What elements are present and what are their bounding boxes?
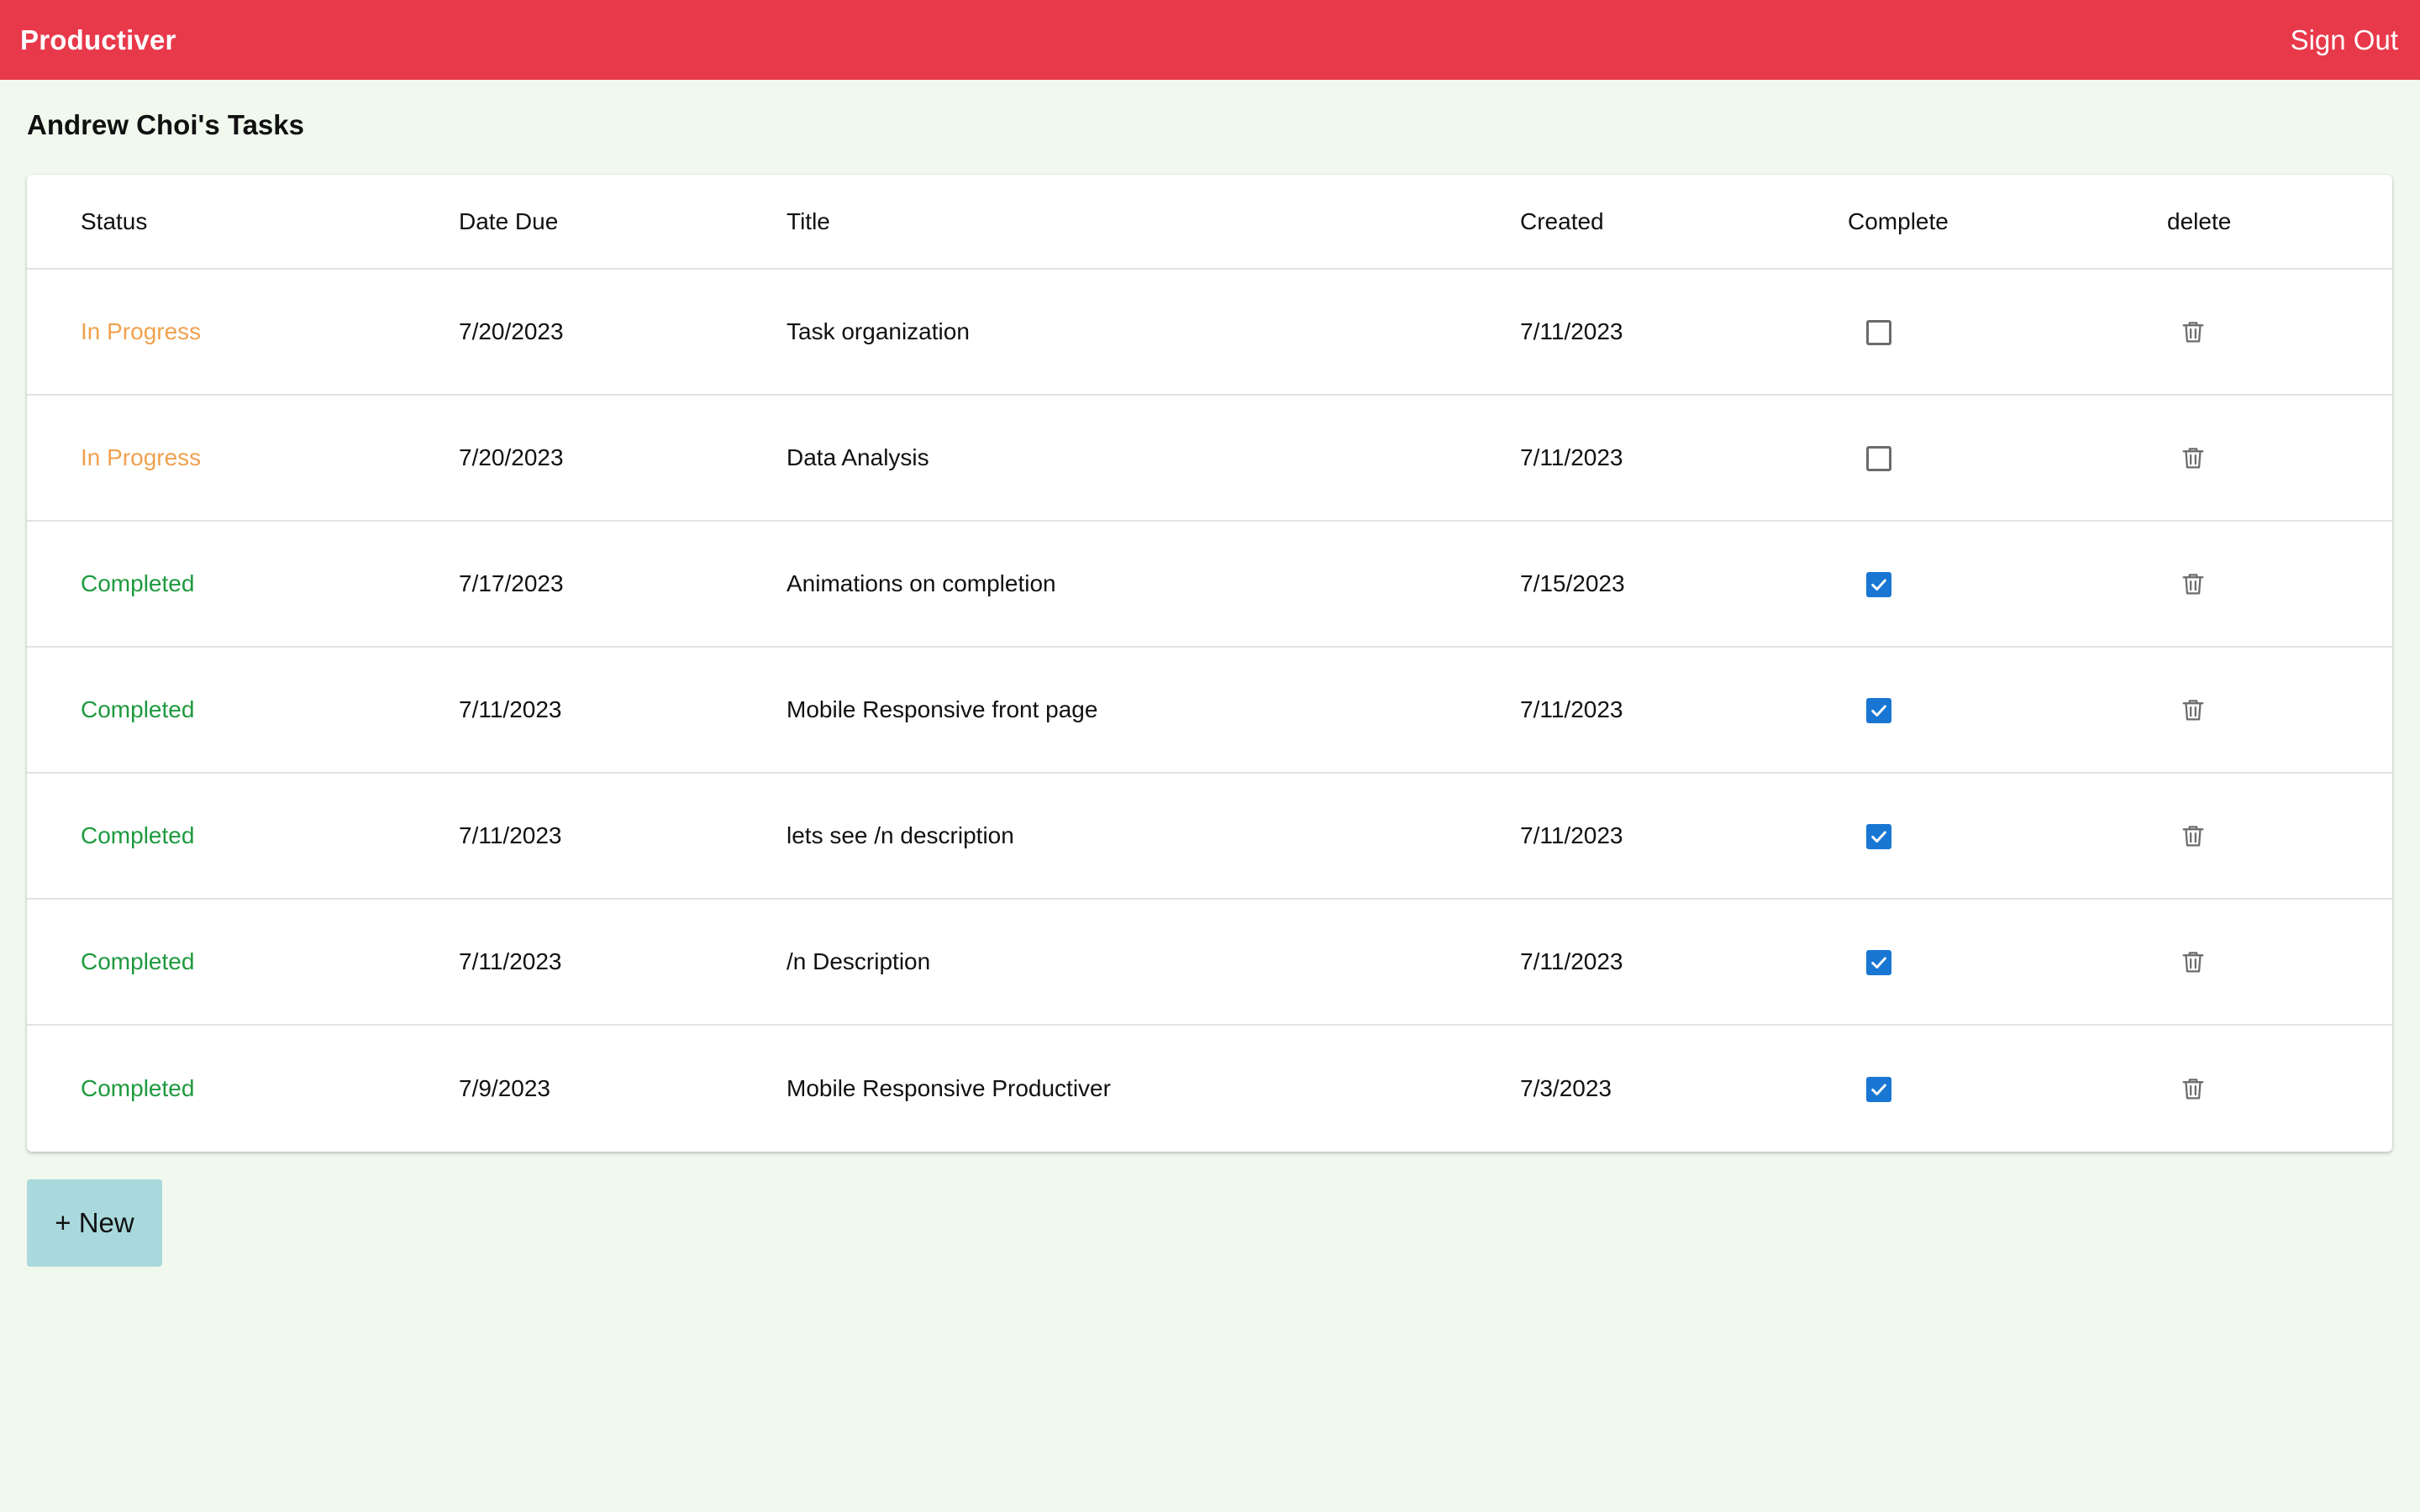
task-date-due: 7/20/2023 — [459, 269, 786, 396]
task-status: In Progress — [27, 395, 459, 522]
table-row: In Progress 7/20/2023 Task organization 7/1… — [27, 269, 2392, 396]
task-created: 7/11/2023 — [1520, 269, 1848, 396]
table-row: Completed 7/17/2023 Animations on completi… — [27, 521, 2392, 648]
task-date-due: 7/9/2023 — [459, 1074, 550, 1101]
table-header-row: Status Date Due Title Created Complete d… — [27, 175, 2392, 270]
trash-icon[interactable] — [2179, 444, 2207, 472]
tasks-table: Status Date Due Title Created Complete d… — [27, 175, 2392, 1151]
task-complete-cell — [1848, 647, 2167, 774]
table-row: Completed 7/11/2023 Mobile Responsive fron… — [27, 647, 2392, 774]
column-header-title: Title — [786, 175, 1520, 270]
task-delete-cell — [2167, 269, 2392, 396]
task-complete-cell — [1848, 899, 2167, 1026]
task-status: Completed — [27, 647, 459, 774]
column-header-created: Created — [1520, 175, 1848, 270]
task-date-due: 7/11/2023 — [459, 647, 786, 774]
table-body: In Progress 7/20/2023 Task organization 7/1… — [27, 269, 2392, 1151]
task-created: 7/11/2023 — [1520, 647, 1848, 774]
top-app-bar: Productiver Sign Out — [0, 0, 2420, 80]
checkbox-checked-icon[interactable] — [1866, 572, 1891, 598]
trash-icon[interactable] — [2179, 318, 2207, 346]
checkbox-checked-icon[interactable] — [1866, 950, 1891, 976]
trash-icon[interactable] — [2179, 822, 2207, 850]
checkbox-unchecked-icon[interactable] — [1866, 446, 1891, 472]
page-title: Andrew Choi's Tasks — [27, 109, 304, 140]
app-brand[interactable]: Productiver — [20, 24, 176, 56]
task-delete-cell — [2167, 773, 2392, 900]
task-delete-cell — [2167, 647, 2392, 774]
table-header: Status Date Due Title Created Complete d… — [27, 175, 2392, 270]
task-title[interactable]: Mobile Responsive front page — [786, 647, 1520, 774]
trash-icon[interactable] — [2179, 948, 2207, 976]
task-complete-cell — [1848, 269, 2167, 396]
task-delete-cell — [2167, 899, 2392, 1026]
task-status: Completed — [27, 899, 459, 1026]
task-created: 7/11/2023 — [1520, 395, 1848, 522]
task-status: Completed — [27, 521, 459, 648]
task-date-due: 7/11/2023 — [459, 773, 786, 900]
checkbox-checked-icon[interactable] — [1866, 1076, 1891, 1102]
task-title[interactable]: Mobile Responsive Productiver — [786, 1025, 1520, 1151]
task-status: Completed — [27, 773, 459, 900]
task-date-due: 7/17/2023 — [459, 521, 786, 648]
task-title[interactable]: Animations on completion — [786, 521, 1520, 648]
task-complete-cell — [1848, 773, 2167, 900]
task-status: In Progress — [27, 269, 459, 396]
sign-out-button[interactable]: Sign Out — [2291, 24, 2398, 56]
task-title[interactable]: Task organization — [786, 269, 1520, 396]
table-row: Completed 7/11/2023/n Description 7/11/202… — [27, 899, 2392, 1026]
task-date-due: 7/20/2023 — [459, 395, 786, 522]
checkbox-checked-icon[interactable] — [1866, 698, 1891, 724]
table-row: Completed 7/9/2023 Mobile Responsive Produ… — [27, 1025, 2392, 1151]
column-header-complete: Complete — [1848, 175, 2167, 270]
tasks-table-card: Status Date Due Title Created Complete d… — [27, 175, 2392, 1152]
task-delete-cell — [2167, 1025, 2392, 1151]
table-row: Completed 7/11/2023 lets see /n descriptio… — [27, 773, 2392, 900]
task-status: Completed — [81, 1074, 195, 1101]
column-header-status: Status — [27, 175, 459, 270]
task-created: 7/11/2023 — [1520, 899, 1848, 1026]
task-created: 7/11/2023 — [1520, 773, 1848, 900]
column-header-delete: delete — [2167, 175, 2392, 270]
task-created: 7/3/2023 — [1520, 1074, 1612, 1101]
task-complete-cell — [1848, 395, 2167, 522]
task-complete-cell — [1848, 1025, 2167, 1151]
task-delete-cell — [2167, 521, 2392, 648]
trash-icon[interactable] — [2179, 1074, 2207, 1103]
task-created: 7/15/2023 — [1520, 521, 1848, 648]
trash-icon[interactable] — [2179, 570, 2207, 598]
task-delete-cell — [2167, 395, 2392, 522]
task-title[interactable]: lets see /n description — [786, 773, 1520, 900]
task-title[interactable]: /n Description — [786, 899, 1520, 1026]
table-row: In Progress 7/20/2023 Data Analysis 7/11/20… — [27, 395, 2392, 522]
task-date-due: 7/11/2023 — [459, 899, 786, 1026]
task-complete-cell — [1848, 521, 2167, 648]
checkbox-checked-icon[interactable] — [1866, 824, 1891, 850]
task-title[interactable]: Data Analysis — [786, 395, 1520, 522]
checkbox-unchecked-icon[interactable] — [1866, 320, 1891, 346]
new-task-button[interactable]: + New — [27, 1179, 162, 1267]
column-header-date-due: Date Due — [459, 175, 786, 270]
trash-icon[interactable] — [2179, 696, 2207, 724]
